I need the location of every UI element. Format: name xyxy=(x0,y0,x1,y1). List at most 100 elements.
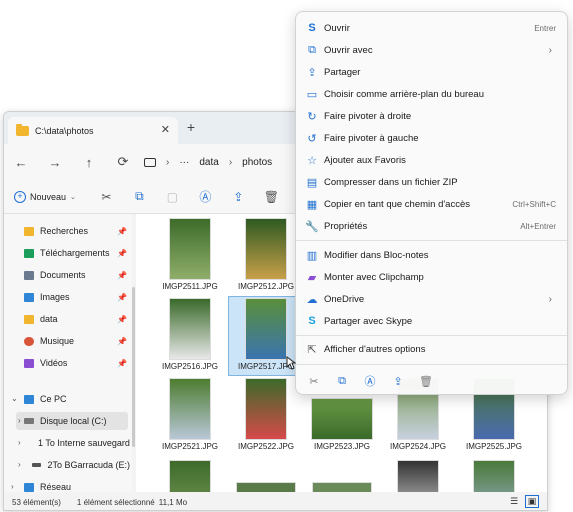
chevron-right-icon: › xyxy=(228,156,233,168)
file-item[interactable] xyxy=(456,460,532,492)
paste-icon[interactable]: ▢ xyxy=(156,190,189,204)
rename-icon[interactable]: Ⓐ xyxy=(189,188,222,205)
file-item[interactable]: IMGP2523.JPG xyxy=(304,398,380,451)
pin-icon: 📌 xyxy=(117,226,127,236)
document-icon xyxy=(24,270,34,280)
rotate-left-icon: ↺ xyxy=(307,132,317,145)
chevron-right-icon[interactable]: › xyxy=(18,416,21,425)
sidebar-item-videos[interactable]: Vidéos 📌 xyxy=(24,354,129,372)
folder-icon xyxy=(24,226,34,236)
notepad-icon: ▥ xyxy=(306,249,318,262)
clipchamp-icon: ▰ xyxy=(307,271,317,284)
menu-item-label: Partager avec Skype xyxy=(324,315,413,327)
download-icon xyxy=(24,248,34,258)
thumbnail-view-icon[interactable]: ▣ xyxy=(525,495,539,508)
file-item[interactable] xyxy=(152,460,228,492)
close-tab-icon[interactable]: ✕ xyxy=(161,123,170,136)
tab-photos[interactable]: C:\data\photos ✕ xyxy=(8,117,178,144)
sidebar-item-disque-local[interactable]: Disque local (C:) xyxy=(16,412,128,430)
menu-item-onedrive[interactable]: ☁ OneDrive › xyxy=(300,288,564,310)
cut-icon[interactable]: ✂ xyxy=(90,190,123,204)
sidebar-item-recherches[interactable]: Recherches 📌 xyxy=(24,222,129,240)
chevron-down-icon[interactable]: ⌄ xyxy=(11,394,18,403)
thumbnail xyxy=(397,460,439,492)
thumbnail xyxy=(312,482,372,492)
zip-icon: ▤ xyxy=(306,176,318,189)
sidebar-scrollbar[interactable] xyxy=(132,287,135,447)
menu-item-zip[interactable]: ▤ Compresser dans un fichier ZIP xyxy=(300,171,564,193)
sidebar-item-musique[interactable]: Musique 📌 xyxy=(24,332,129,350)
menu-item-pivoter-gauche[interactable]: ↺ Faire pivoter à gauche xyxy=(300,127,564,149)
menu-item-partager[interactable]: ⇪ Partager xyxy=(300,61,564,83)
copy-icon[interactable]: ⧉ xyxy=(123,189,156,204)
new-button-label: Nouveau xyxy=(30,191,67,202)
sidebar-item-data[interactable]: data 📌 xyxy=(24,310,129,328)
sidebar-item-2to[interactable]: 2To BGarracuda (E:) xyxy=(32,456,130,474)
breadcrumb-photos[interactable]: photos xyxy=(242,157,272,168)
network-icon xyxy=(24,482,34,492)
navigation-pane: Recherches 📌 Téléchargements 📌 Documents… xyxy=(4,214,132,492)
menu-item-arriere-plan[interactable]: ▭ Choisir comme arrière-plan du bureau xyxy=(300,83,564,105)
forward-button[interactable]: → xyxy=(38,155,72,170)
menu-item-copier-chemin[interactable]: ▦ Copier en tant que chemin d'accès Ctrl… xyxy=(300,193,564,215)
pin-icon: 📌 xyxy=(117,336,127,346)
chevron-right-icon: › xyxy=(166,156,170,168)
delete-icon[interactable]: 🗑 xyxy=(255,190,288,204)
drive-icon xyxy=(32,463,42,467)
sidebar-item-ce-pc[interactable]: Ce PC xyxy=(24,390,129,408)
file-item[interactable]: IMGP2522.JPG xyxy=(228,378,304,451)
sidebar-item-documents[interactable]: Documents 📌 xyxy=(24,266,129,284)
pin-icon: 📌 xyxy=(117,248,127,258)
breadcrumb-data[interactable]: data xyxy=(199,157,218,168)
menu-item-bloc-notes[interactable]: ▥ Modifier dans Bloc-notes xyxy=(300,244,564,266)
wallpaper-icon: ▭ xyxy=(306,88,318,101)
menu-item-label: Ajouter aux Favoris xyxy=(324,154,406,166)
details-view-icon[interactable]: ☰ xyxy=(507,495,521,508)
new-button[interactable]: + Nouveau ⌄ xyxy=(14,190,90,203)
sidebar-item-telechargements[interactable]: Téléchargements 📌 xyxy=(24,244,129,262)
file-item[interactable] xyxy=(304,482,380,492)
folder-icon xyxy=(24,314,34,324)
file-item[interactable]: IMGP2516.JPG xyxy=(152,298,228,371)
rename-icon[interactable]: Ⓐ xyxy=(356,373,384,389)
star-icon: ☆ xyxy=(307,154,317,167)
tab-title: C:\data\photos xyxy=(35,125,94,136)
file-item[interactable] xyxy=(380,460,456,492)
chevron-right-icon[interactable]: › xyxy=(18,460,21,469)
address-bar[interactable]: › ··· data › photos xyxy=(144,150,304,174)
sidebar-item-1to[interactable]: 1 To Interne sauvegarde xyxy=(32,434,130,452)
menu-item-favoris[interactable]: ☆ Ajouter aux Favoris xyxy=(300,149,564,171)
share-icon: ⇪ xyxy=(307,66,317,79)
context-menu: S Ouvrir Entrer ⧉ Ouvrir avec › ⇪ Partag… xyxy=(295,11,568,395)
menu-item-label: Compresser dans un fichier ZIP xyxy=(324,176,458,188)
file-item[interactable]: IMGP2512.JPG xyxy=(228,218,304,291)
file-name: IMGP2512.JPG xyxy=(237,282,295,291)
shortcut-label: Ctrl+Shift+C xyxy=(512,199,556,209)
sidebar-item-images[interactable]: Images 📌 xyxy=(24,288,129,306)
chevron-right-icon[interactable]: › xyxy=(18,438,21,447)
back-button[interactable]: ← xyxy=(4,155,38,170)
file-item[interactable]: IMGP2521.JPG xyxy=(152,378,228,451)
menu-item-ouvrir[interactable]: S Ouvrir Entrer xyxy=(300,17,564,39)
thumbnail xyxy=(169,218,211,280)
file-item[interactable]: IMGP2511.JPG xyxy=(152,218,228,291)
menu-item-proprietes[interactable]: 🔧 Propriétés Alt+Entrer xyxy=(300,215,564,237)
menu-item-pivoter-droite[interactable]: ↻ Faire pivoter à droite xyxy=(300,105,564,127)
menu-item-autres-options[interactable]: ⇱ Afficher d'autres options xyxy=(300,338,564,360)
share-icon[interactable]: ⇪ xyxy=(384,375,412,388)
new-tab-button[interactable]: + xyxy=(182,119,200,135)
delete-icon[interactable]: 🗑 xyxy=(412,375,440,388)
menu-item-ouvrir-avec[interactable]: ⧉ Ouvrir avec › xyxy=(300,39,564,61)
up-button[interactable]: ↑ xyxy=(72,155,106,170)
copy-icon[interactable]: ⧉ xyxy=(328,375,356,388)
menu-item-clipchamp[interactable]: ▰ Monter avec Clipchamp xyxy=(300,266,564,288)
breadcrumb-more[interactable]: ··· xyxy=(179,157,189,168)
refresh-button[interactable]: ⟳ xyxy=(106,154,140,170)
sidebar-item-label: Recherches xyxy=(40,226,89,236)
cut-icon[interactable]: ✂ xyxy=(300,375,328,388)
share-icon[interactable]: ⇪ xyxy=(222,190,255,204)
file-item[interactable] xyxy=(228,482,304,492)
menu-item-skype[interactable]: S Partager avec Skype xyxy=(300,310,564,332)
chevron-right-icon[interactable]: › xyxy=(11,482,14,491)
menu-separator xyxy=(296,335,567,336)
